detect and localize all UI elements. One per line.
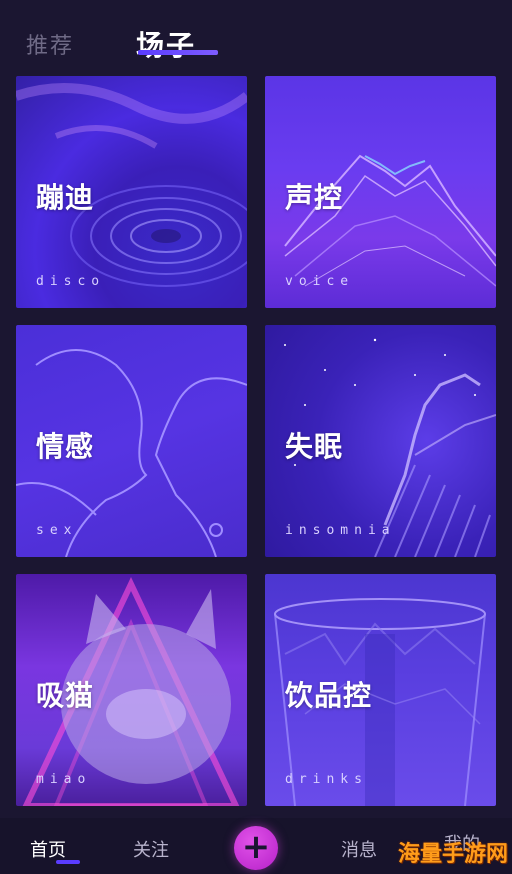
card-subtitle: disco [36, 274, 106, 289]
card-subtitle: miao [36, 772, 92, 787]
card-title: 失眠 [285, 430, 344, 463]
card-title: 蹦迪 [36, 181, 95, 214]
card-title: 声控 [285, 181, 344, 214]
card-subtitle: voice [285, 274, 355, 289]
card-subtitle: drinks [285, 772, 368, 787]
card-cat[interactable]: 吸猫 miao [16, 574, 247, 806]
card-insomnia[interactable]: 失眠 insomnia [265, 325, 496, 557]
nav-active-indicator [56, 860, 80, 864]
card-emotion[interactable]: 情感 sex [16, 325, 247, 557]
card-subtitle: insomnia [285, 523, 396, 538]
card-title: 饮品控 [285, 679, 373, 712]
card-title: 吸猫 [36, 679, 95, 712]
active-tab-indicator [138, 50, 218, 55]
nav-follow[interactable]: 关注 [133, 836, 169, 862]
card-voice[interactable]: 声控 voice [265, 76, 496, 308]
site-watermark: 海量手游网 [398, 842, 509, 867]
plus-icon: + [241, 827, 271, 867]
top-tab-bar: 推荐 场子 [0, 0, 512, 72]
nav-messages[interactable]: 消息 [341, 836, 377, 862]
tab-recommend[interactable]: 推荐 [26, 28, 74, 60]
nav-home[interactable]: 首页 [30, 836, 66, 862]
tab-venues[interactable]: 场子 [136, 24, 196, 64]
app-screen: 推荐 场子 蹦迪 disco 声控 voice 情感 sex 失眠 insomn… [0, 0, 512, 874]
card-drinks[interactable]: 饮品控 drinks [265, 574, 496, 806]
card-disco[interactable]: 蹦迪 disco [16, 76, 247, 308]
card-title: 情感 [36, 430, 95, 463]
card-subtitle: sex [36, 523, 78, 538]
add-post-button[interactable]: + [234, 826, 278, 870]
